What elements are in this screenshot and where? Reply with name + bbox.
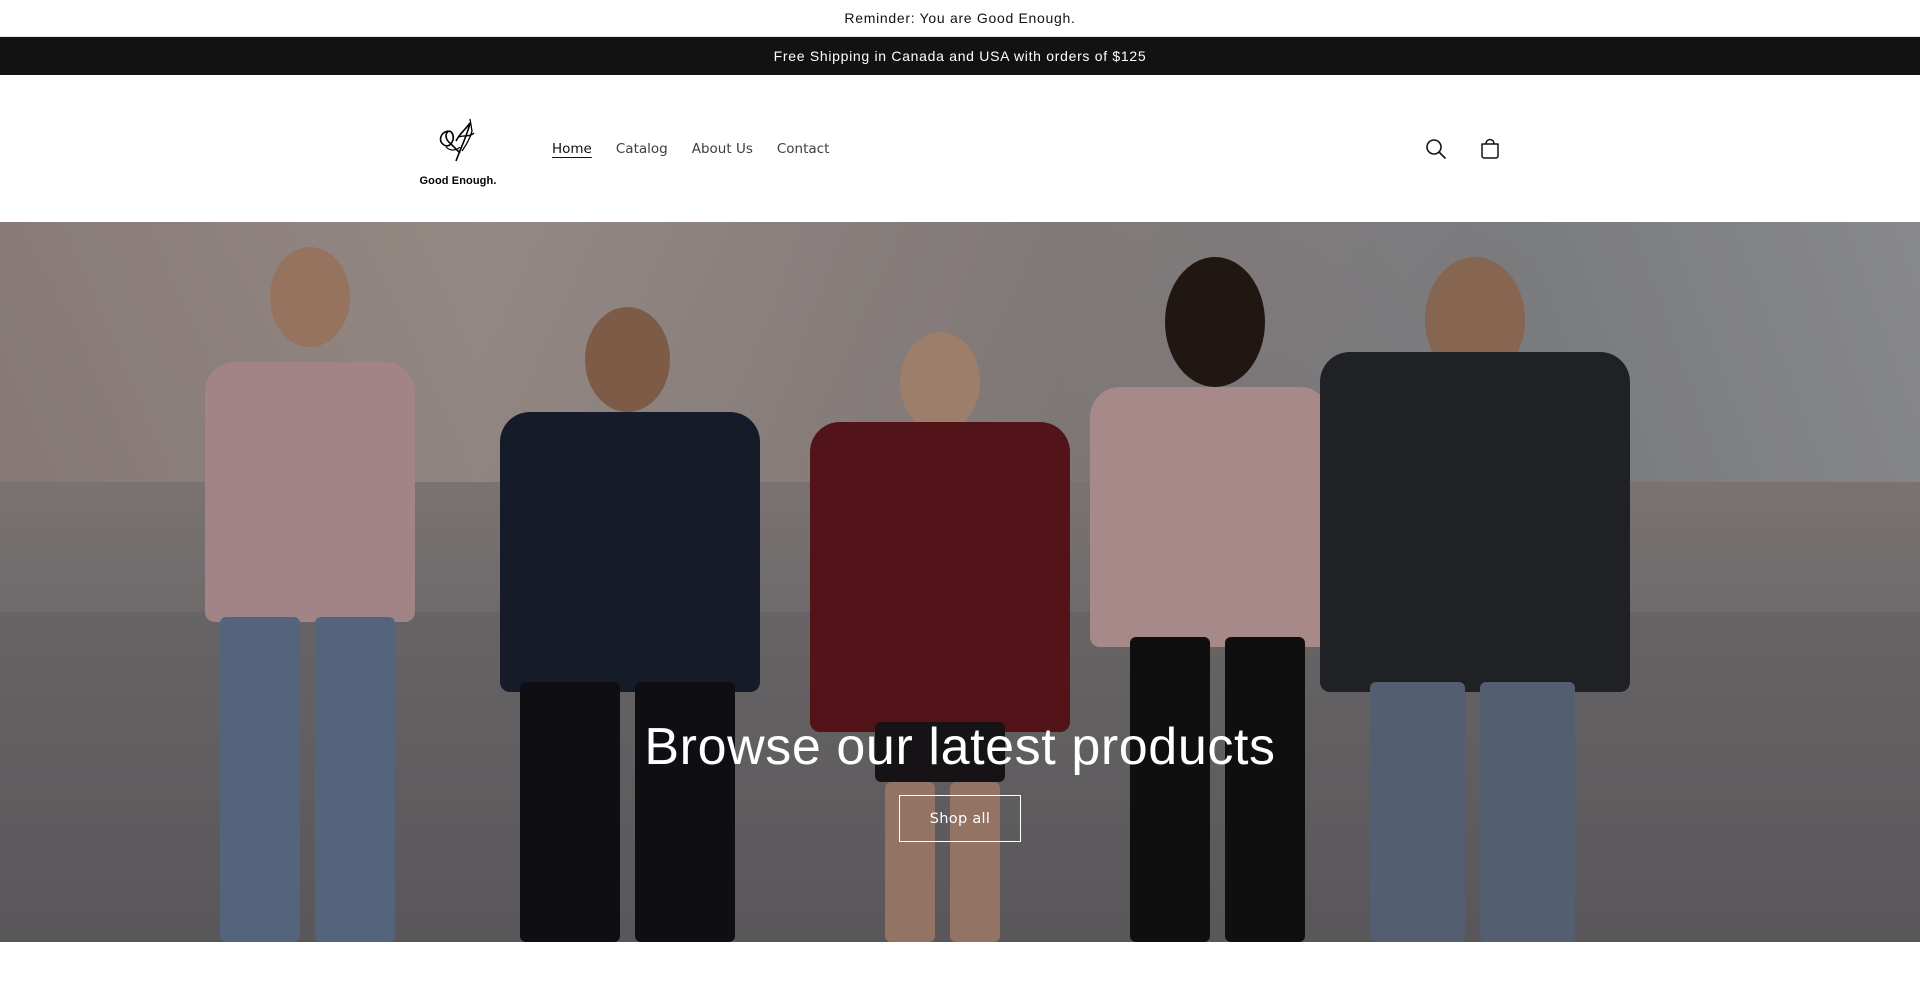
nav-catalog[interactable]: Catalog bbox=[604, 133, 680, 165]
hero-content: Browse our latest products Shop all bbox=[0, 717, 1920, 842]
nav-about-us[interactable]: About Us bbox=[680, 133, 765, 165]
logo-text: Good Enough. bbox=[419, 174, 497, 187]
site-header: Good Enough. Home Catalog About Us Conta… bbox=[0, 75, 1920, 222]
logo[interactable]: Good Enough. bbox=[408, 99, 508, 199]
cart-button[interactable] bbox=[1468, 127, 1512, 171]
search-button[interactable] bbox=[1414, 127, 1458, 171]
shop-all-button[interactable]: Shop all bbox=[899, 795, 1021, 842]
announcement-bar-reminder: Reminder: You are Good Enough. bbox=[0, 0, 1920, 37]
header-icons bbox=[1414, 127, 1512, 171]
hero-banner: Browse our latest products Shop all bbox=[0, 222, 1920, 942]
hero-title: Browse our latest products bbox=[644, 718, 1276, 776]
header-inner: Good Enough. Home Catalog About Us Conta… bbox=[408, 75, 1512, 222]
announcement-shipping-text: Free Shipping in Canada and USA with ord… bbox=[773, 48, 1147, 64]
cart-icon bbox=[1481, 138, 1499, 159]
nav-home[interactable]: Home bbox=[540, 133, 604, 165]
search-icon bbox=[1426, 138, 1446, 159]
main-nav: Home Catalog About Us Contact bbox=[540, 133, 841, 165]
announcement-reminder-text: Reminder: You are Good Enough. bbox=[844, 10, 1076, 26]
signature-logo-icon bbox=[439, 118, 475, 161]
announcement-bar-shipping: Free Shipping in Canada and USA with ord… bbox=[0, 37, 1920, 75]
nav-contact[interactable]: Contact bbox=[765, 133, 842, 165]
